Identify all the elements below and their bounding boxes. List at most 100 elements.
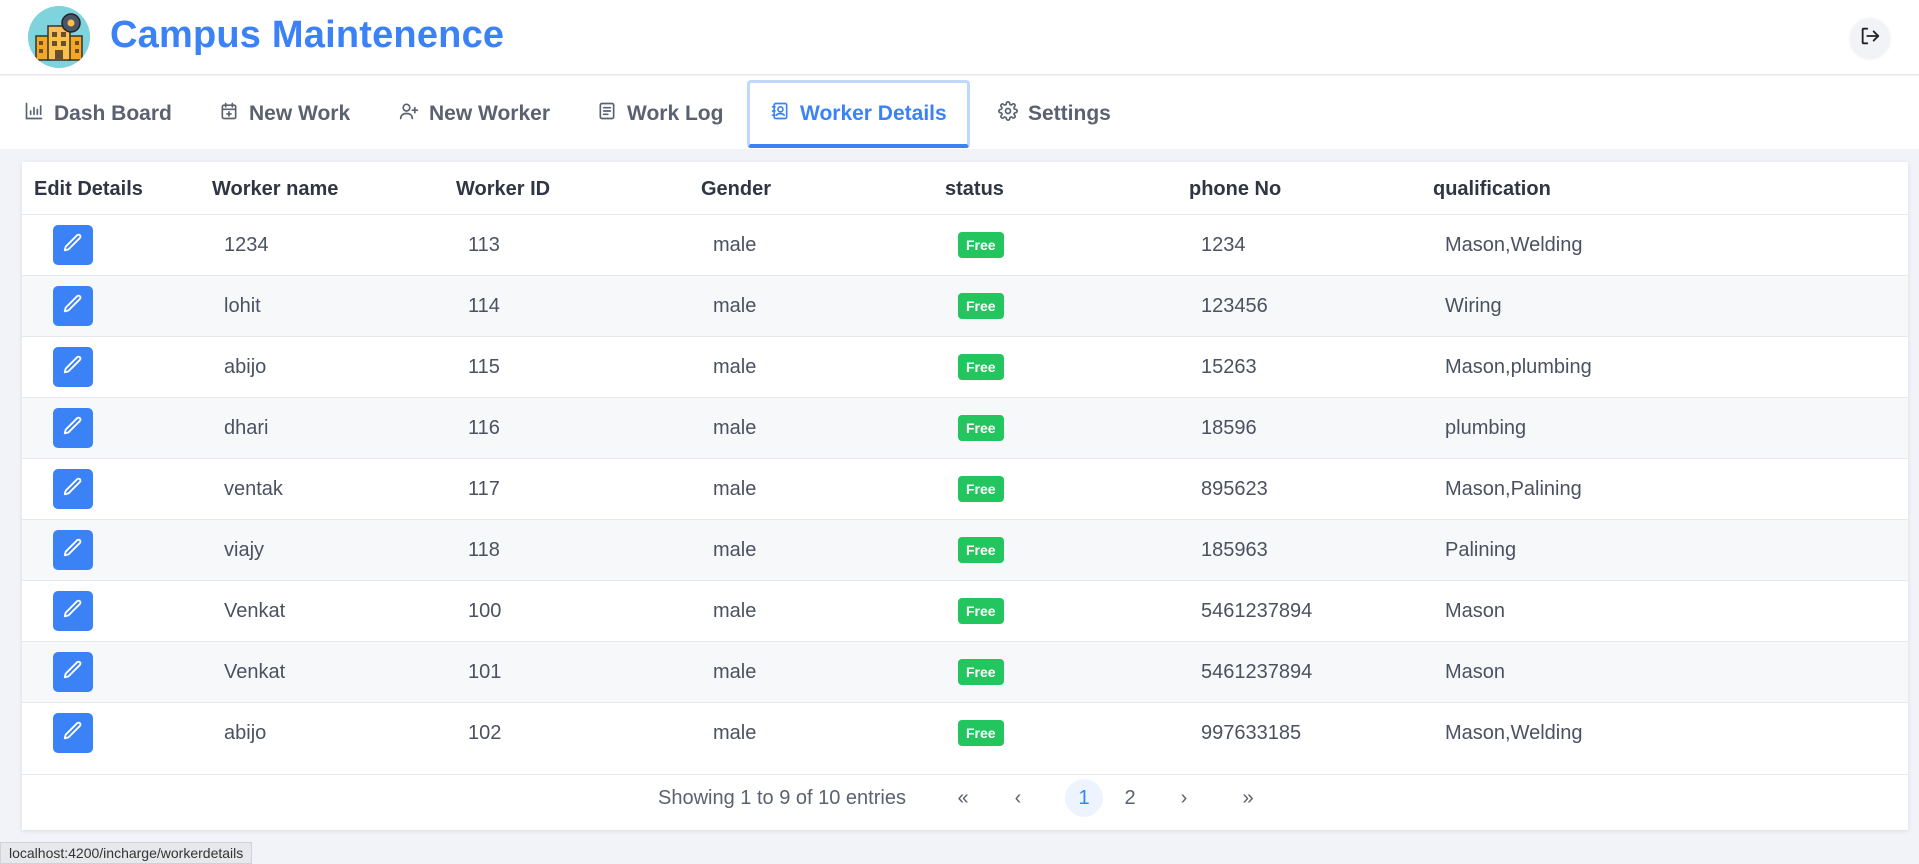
cell-gender: male bbox=[713, 539, 757, 561]
status-badge: Free bbox=[958, 659, 1004, 685]
pencil-icon bbox=[62, 476, 84, 503]
cell-worker-name: ventak bbox=[224, 478, 283, 500]
cell-worker-name: Venkat bbox=[224, 661, 286, 683]
table-row: Venkat 100 male 5461237894 Mason Free bbox=[22, 580, 1908, 641]
column-header-gender: Gender bbox=[701, 178, 772, 200]
cell-qualification: Palining bbox=[1445, 539, 1517, 561]
cell-phone: 997633185 bbox=[1201, 722, 1302, 744]
pencil-icon bbox=[62, 537, 84, 564]
first-page-button[interactable]: « bbox=[944, 779, 982, 817]
column-header-qualification: qualification bbox=[1433, 178, 1551, 200]
bar-chart-icon bbox=[24, 101, 44, 127]
status-badge: Free bbox=[958, 354, 1004, 380]
status-badge: Free bbox=[958, 232, 1004, 258]
table-row: dhari 116 male 18596 plumbing Free bbox=[22, 397, 1908, 458]
cell-worker-name: dhari bbox=[224, 417, 269, 439]
cell-qualification: Mason bbox=[1445, 661, 1506, 683]
cell-worker-id: 118 bbox=[468, 539, 500, 561]
cell-worker-id: 101 bbox=[468, 661, 502, 683]
table-row: 1234 113 male 1234 Mason,Welding Free bbox=[22, 214, 1908, 275]
cell-worker-name: viajy bbox=[224, 539, 265, 561]
app-header: Campus Maintenence bbox=[0, 0, 1919, 75]
cell-qualification: Mason,Welding bbox=[1445, 234, 1583, 256]
cell-gender: male bbox=[713, 356, 757, 378]
campus-building-logo-icon bbox=[28, 6, 90, 68]
pencil-icon bbox=[62, 232, 84, 259]
table-row: lohit 114 male 123456 Wiring Free bbox=[22, 275, 1908, 336]
column-header-id: Worker ID bbox=[456, 178, 551, 200]
tab-worker-details[interactable]: Worker Details bbox=[747, 80, 970, 148]
cell-qualification: Wiring bbox=[1445, 295, 1502, 317]
edit-worker-button[interactable] bbox=[53, 713, 93, 753]
cell-worker-name: Venkat bbox=[224, 600, 286, 622]
last-page-button[interactable]: » bbox=[1229, 779, 1267, 817]
edit-worker-button[interactable] bbox=[53, 469, 93, 509]
tab-label: Work Log bbox=[627, 102, 724, 125]
edit-worker-button[interactable] bbox=[53, 347, 93, 387]
table-row: Venkat 101 male 5461237894 Mason Free bbox=[22, 641, 1908, 702]
pencil-icon bbox=[62, 354, 84, 381]
edit-worker-button[interactable] bbox=[53, 530, 93, 570]
tab-work-log[interactable]: Work Log bbox=[597, 80, 723, 148]
logout-button[interactable] bbox=[1850, 18, 1890, 58]
edit-worker-button[interactable] bbox=[53, 408, 93, 448]
edit-worker-button[interactable] bbox=[53, 591, 93, 631]
app-title: Campus Maintenence bbox=[110, 14, 505, 56]
cell-worker-id: 117 bbox=[468, 478, 500, 500]
logout-icon bbox=[1859, 25, 1881, 52]
table-row: abijo 102 male 997633185 Mason,Welding Free bbox=[22, 702, 1908, 763]
cell-worker-id: 115 bbox=[468, 356, 500, 378]
cell-gender: male bbox=[713, 234, 757, 256]
cell-qualification: Mason,Welding bbox=[1445, 722, 1583, 744]
pencil-icon bbox=[62, 293, 84, 320]
tab-dashboard[interactable]: Dash Board bbox=[24, 80, 172, 148]
pencil-icon bbox=[62, 659, 84, 686]
cell-phone: 18596 bbox=[1201, 417, 1257, 439]
tab-settings[interactable]: Settings bbox=[998, 80, 1111, 148]
cell-worker-id: 114 bbox=[468, 295, 500, 317]
cell-worker-id: 113 bbox=[468, 234, 500, 256]
cell-gender: male bbox=[713, 417, 757, 439]
cell-phone: 185963 bbox=[1201, 539, 1268, 561]
edit-worker-button[interactable] bbox=[53, 286, 93, 326]
status-bar-url: localhost:4200/incharge/workerdetails bbox=[0, 842, 253, 864]
cell-phone: 5461237894 bbox=[1201, 661, 1313, 683]
cell-qualification: Mason,Palining bbox=[1445, 478, 1582, 500]
edit-worker-button[interactable] bbox=[53, 225, 93, 265]
user-plus-icon bbox=[399, 101, 419, 127]
cell-worker-name: abijo bbox=[224, 722, 267, 744]
page-report: Showing 1 to 9 of 10 entries bbox=[658, 787, 906, 809]
column-header-status: status bbox=[945, 178, 1004, 200]
cell-phone: 123456 bbox=[1201, 295, 1268, 317]
tab-label: Settings bbox=[1028, 102, 1111, 125]
tab-label: Dash Board bbox=[54, 102, 172, 125]
cell-gender: male bbox=[713, 661, 757, 683]
cell-worker-id: 102 bbox=[468, 722, 502, 744]
cell-worker-name: lohit bbox=[224, 295, 261, 317]
column-header-phone: phone No bbox=[1189, 178, 1282, 200]
column-header-name: Worker name bbox=[212, 178, 339, 200]
table-header: Edit Details Worker name Worker ID Gende… bbox=[22, 162, 1908, 214]
main-tab-bar: Dash Board New Work New Worker Work Log bbox=[0, 76, 1919, 149]
cell-phone: 895623 bbox=[1201, 478, 1268, 500]
page-2-button[interactable]: 2 bbox=[1111, 779, 1149, 817]
prev-page-button[interactable]: ‹ bbox=[999, 779, 1037, 817]
cell-worker-name: abijo bbox=[224, 356, 267, 378]
status-badge: Free bbox=[958, 598, 1004, 624]
cell-worker-id: 100 bbox=[468, 600, 502, 622]
cell-phone: 15263 bbox=[1201, 356, 1257, 378]
pencil-icon bbox=[62, 720, 84, 747]
table-row: ventak 117 male 895623 Mason,Palining Free bbox=[22, 458, 1908, 519]
tab-new-worker[interactable]: New Worker bbox=[399, 80, 550, 148]
tab-new-work[interactable]: New Work bbox=[219, 80, 350, 148]
status-badge: Free bbox=[958, 476, 1004, 502]
edit-worker-button[interactable] bbox=[53, 652, 93, 692]
pagination: Showing 1 to 9 of 10 entries « ‹ 1 2 › » bbox=[22, 774, 1908, 824]
document-icon bbox=[597, 101, 617, 127]
page-1-button[interactable]: 1 bbox=[1065, 779, 1103, 817]
calendar-plus-icon bbox=[219, 101, 239, 127]
next-page-button[interactable]: › bbox=[1165, 779, 1203, 817]
cell-qualification: Mason,plumbing bbox=[1445, 356, 1592, 378]
cell-gender: male bbox=[713, 478, 757, 500]
contact-card-icon bbox=[770, 101, 790, 127]
